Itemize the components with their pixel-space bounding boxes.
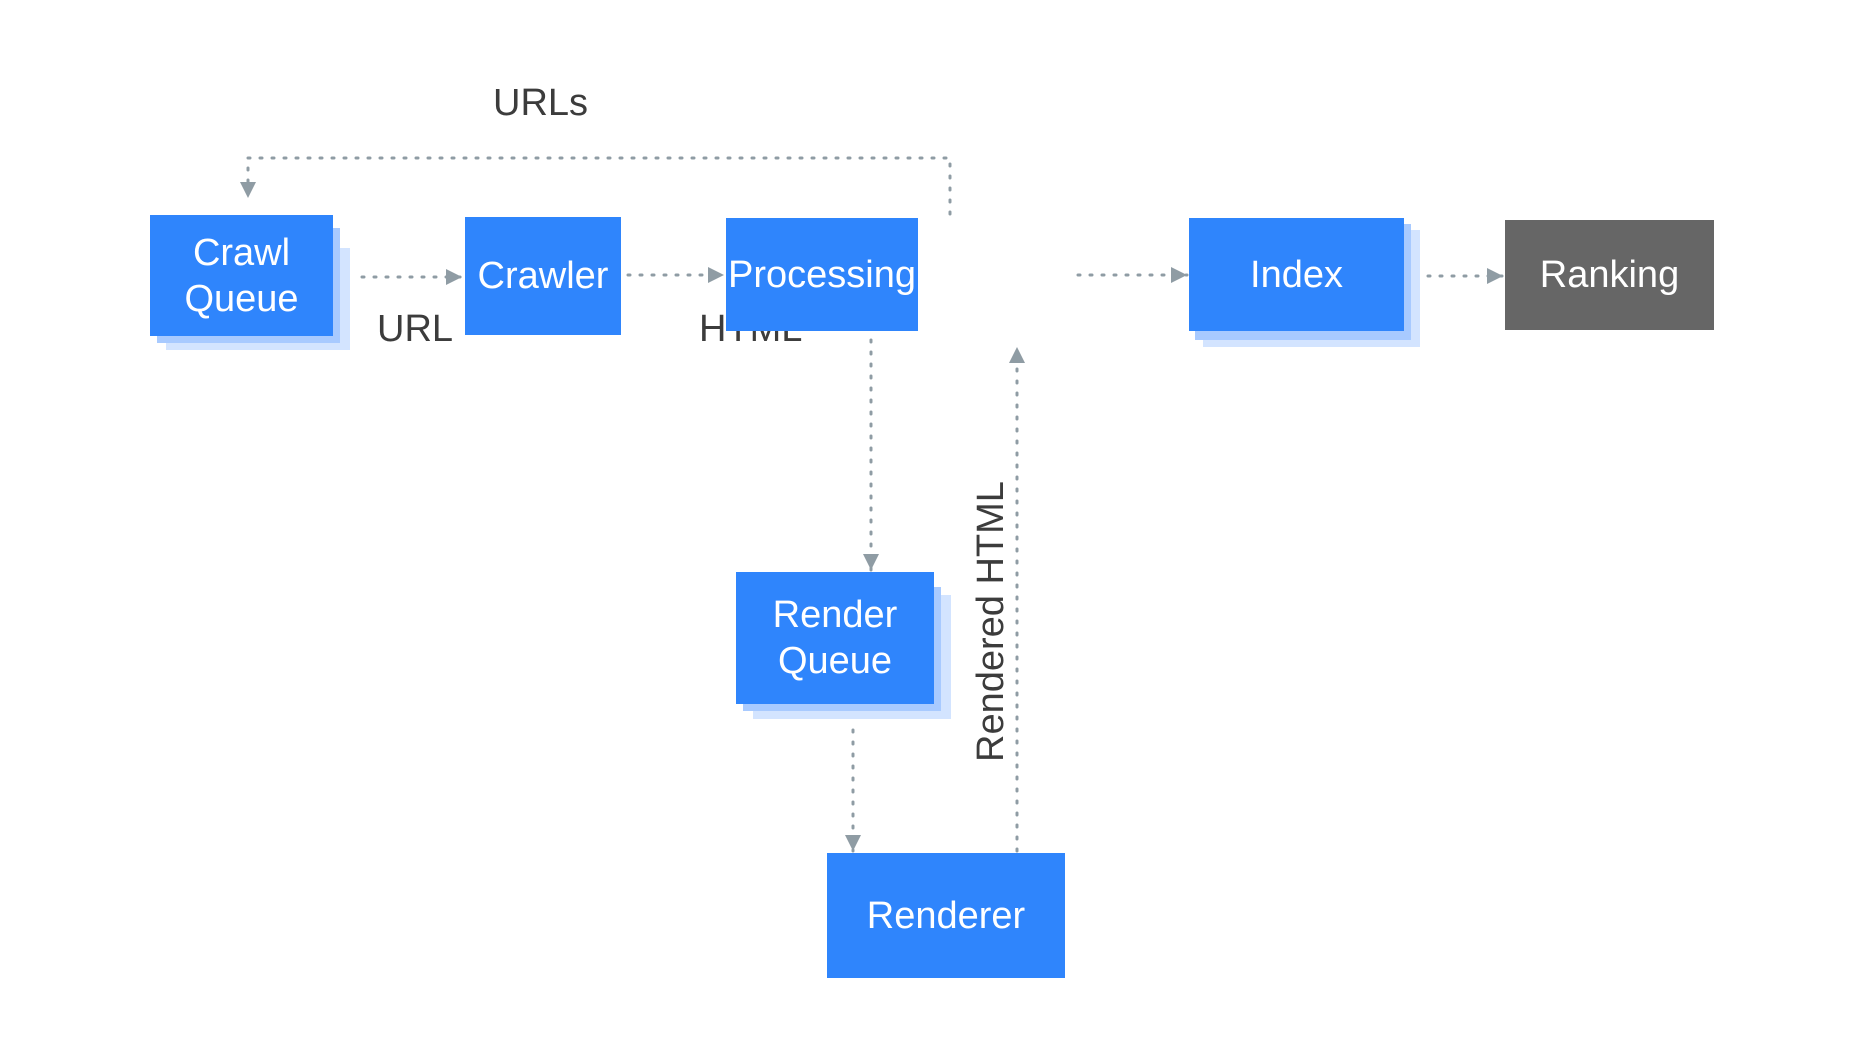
crawl-queue-label-line1: Crawl — [192, 231, 291, 274]
crawler-label: Crawler — [477, 255, 609, 297]
edge-label-url: URL — [377, 308, 454, 350]
node-renderer: Renderer — [827, 853, 1065, 978]
node-index: Index — [1189, 218, 1404, 331]
node-render-queue: Render Queue — [736, 572, 934, 704]
edge-label-urls: URLs — [493, 82, 589, 124]
ranking-label: Ranking — [1539, 254, 1680, 296]
render-queue-label-line2: Queue — [777, 640, 893, 682]
crawl-queue-label-line2: Queue — [184, 277, 299, 320]
edge-processing-to-crawl-queue — [240, 156, 952, 216]
renderer-label: Renderer — [866, 894, 1026, 937]
node-processing: Processing — [726, 218, 918, 331]
node-ranking: Ranking — [1505, 220, 1714, 330]
render-queue-label-line1: Render — [772, 594, 898, 636]
node-crawl-queue: Crawl Queue — [150, 215, 333, 336]
processing-label: Processing — [728, 253, 916, 296]
index-label: Index — [1250, 253, 1343, 296]
edge-label-rendered-html: Rendered HTML — [970, 481, 1012, 762]
node-crawler: Crawler — [465, 217, 621, 335]
